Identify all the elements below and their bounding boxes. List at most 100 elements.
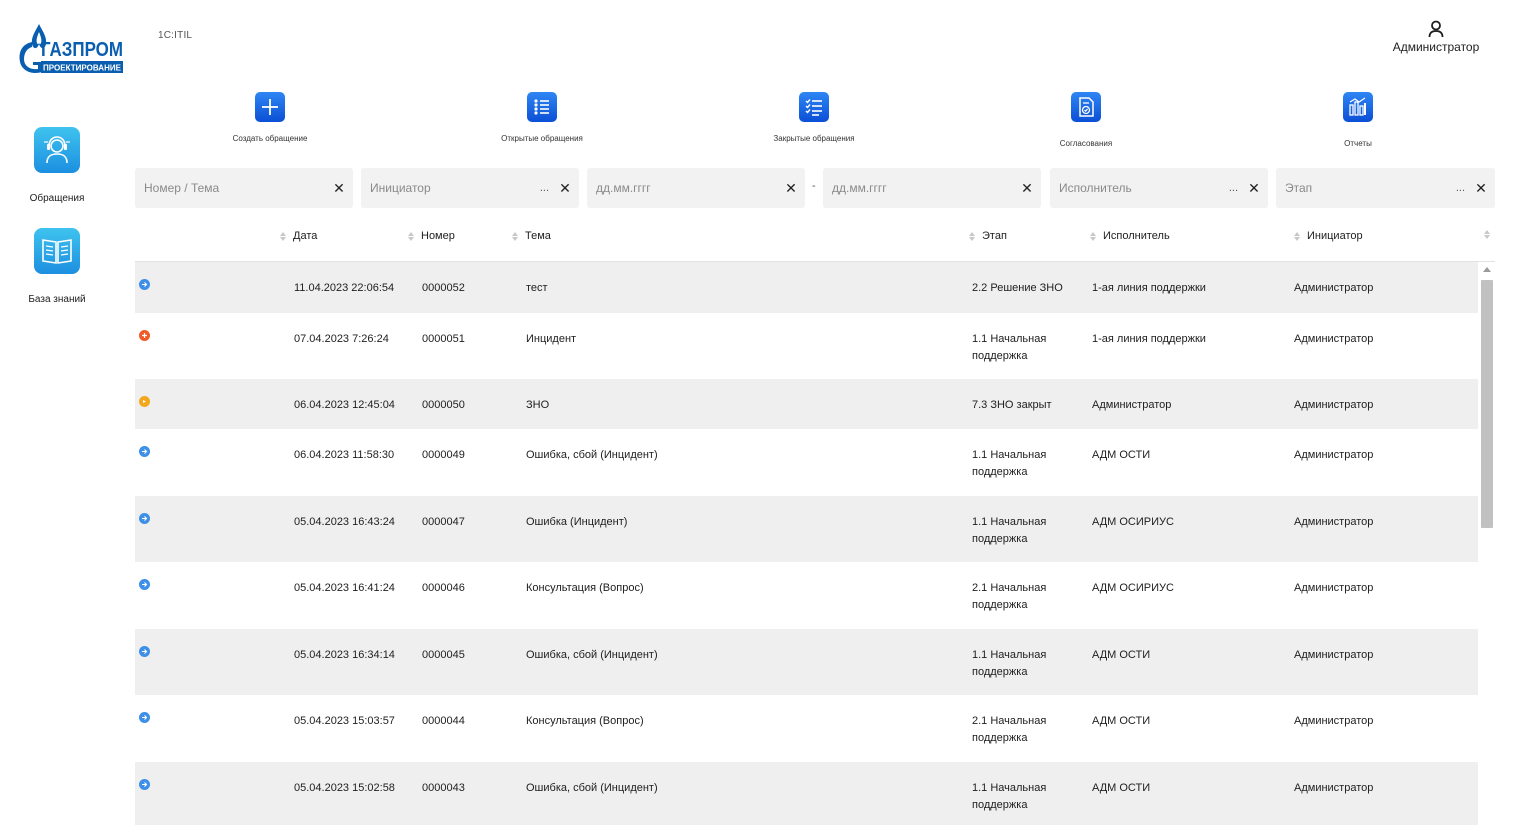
sidebar-item-knowledge-base[interactable]: База знаний	[10, 228, 104, 305]
date-to-filter[interactable]: дд.мм.гггг ✕	[823, 168, 1041, 208]
executor-input[interactable]: Исполнитель	[1059, 181, 1229, 195]
scroll-up-icon[interactable]	[1483, 267, 1491, 272]
stage-filter[interactable]: Этап ... ✕	[1276, 168, 1495, 208]
clear-icon[interactable]: ✕	[333, 181, 345, 195]
cell-initiator: Администратор	[1294, 582, 1374, 594]
checklist-icon	[799, 92, 829, 122]
cell-stage: 7.3 ЗНО закрыт	[972, 399, 1052, 411]
initiator-input[interactable]: Инициатор	[370, 181, 540, 195]
stage-input[interactable]: Этап	[1285, 181, 1456, 195]
list-icon	[527, 92, 557, 122]
action-label: Согласования	[1059, 139, 1113, 148]
sort-icon	[969, 231, 975, 241]
cell-number: 0000050	[422, 399, 465, 411]
date-from-input[interactable]: дд.мм.гггг	[596, 181, 785, 195]
table-row[interactable]: 05.04.2023 16:43:24 0000047 Ошибка (Инци…	[135, 496, 1478, 562]
cell-topic: Ошибка, сбой (Инцидент)	[526, 449, 658, 461]
user-menu[interactable]: Администратор	[1386, 20, 1486, 54]
status-arrow-icon	[139, 446, 150, 457]
cell-date: 05.04.2023 15:03:57	[294, 715, 395, 727]
action-label: Создать обращение	[232, 134, 308, 143]
column-header-number[interactable]: Номер	[408, 230, 455, 242]
table-row[interactable]: 05.04.2023 15:03:57 0000044 Консультация…	[135, 695, 1478, 762]
cell-topic: Консультация (Вопрос)	[526, 582, 644, 594]
date-to-input[interactable]: дд.мм.гггг	[832, 181, 1021, 195]
cell-stage: 1.1 Начальная поддержка	[972, 333, 1047, 362]
cell-initiator: Администратор	[1294, 282, 1374, 294]
executor-filter[interactable]: Исполнитель ... ✕	[1050, 168, 1268, 208]
cell-date: 06.04.2023 11:58:30	[294, 449, 395, 461]
status-arrow-icon	[139, 279, 150, 290]
cell-number: 0000046	[422, 582, 465, 594]
status-arrow-icon	[139, 513, 150, 524]
choose-stage-button[interactable]: ...	[1456, 182, 1465, 194]
cell-topic: тест	[526, 282, 548, 294]
cell-stage: 1.1 Начальная поддержка	[972, 649, 1047, 678]
sort-icon	[280, 231, 286, 241]
open-appeals-button[interactable]: Открытые обращения	[442, 90, 642, 143]
approvals-button[interactable]: Согласования	[986, 90, 1186, 148]
cell-date: 06.04.2023 12:45:04	[294, 399, 395, 411]
cell-stage: 1.1 Начальная поддержка	[972, 782, 1047, 811]
status-arrow-icon	[139, 646, 150, 657]
cell-initiator: Администратор	[1294, 649, 1374, 661]
company-logo[interactable]: ГАЗПРОМ ПРОЕКТИРОВАНИЕ	[18, 22, 124, 76]
clear-icon[interactable]: ✕	[1475, 181, 1487, 195]
sidebar-item-label: Обращения	[29, 193, 85, 204]
cell-executor: АДМ ОСТИ	[1092, 649, 1151, 661]
number-topic-filter[interactable]: Номер / Тема ✕	[135, 168, 353, 208]
table-row[interactable]: 05.04.2023 15:02:58 0000043 Ошибка, сбой…	[135, 762, 1478, 825]
column-header-date[interactable]: Дата	[280, 230, 317, 242]
cell-topic: Ошибка (Инцидент)	[526, 516, 628, 528]
clear-icon[interactable]: ✕	[559, 181, 571, 195]
open-book-icon	[34, 228, 80, 274]
status-arrow-icon	[139, 579, 150, 590]
cell-number: 0000047	[422, 516, 465, 528]
column-header-initiator[interactable]: Инициатор	[1294, 230, 1363, 242]
svg-text:ГАЗПРОМ: ГАЗПРОМ	[41, 39, 123, 61]
cell-stage: 2.1 Начальная поддержка	[972, 582, 1047, 611]
bar-chart-icon	[1343, 92, 1373, 122]
user-icon	[1428, 20, 1444, 38]
sidebar-item-appeals[interactable]: Обращения	[10, 127, 104, 204]
choose-executor-button[interactable]: ...	[1229, 182, 1238, 194]
initiator-filter[interactable]: Инициатор ... ✕	[361, 168, 579, 208]
scroll-thumb[interactable]	[1481, 280, 1493, 528]
clear-icon[interactable]: ✕	[1248, 181, 1260, 195]
cell-number: 0000049	[422, 449, 465, 461]
sort-icon	[1090, 231, 1096, 241]
column-header-extra[interactable]	[1484, 230, 1497, 239]
table-row[interactable]: 06.04.2023 11:58:30 0000049 Ошибка, сбой…	[135, 429, 1478, 496]
reports-button[interactable]: Отчеты	[1258, 90, 1458, 148]
action-label: Закрытые обращения	[773, 134, 855, 143]
table-row[interactable]: 07.04.2023 7:26:24 0000051 Инцидент 1.1 …	[135, 313, 1478, 379]
support-agent-icon	[34, 127, 80, 173]
clear-icon[interactable]: ✕	[785, 181, 797, 195]
table-row[interactable]: 06.04.2023 12:45:04 0000050 ЗНО 7.3 ЗНО …	[135, 379, 1478, 429]
table-scrollbar[interactable]	[1479, 262, 1495, 825]
table-row[interactable]: 05.04.2023 16:34:14 0000045 Ошибка, сбой…	[135, 629, 1478, 695]
sort-icon	[1294, 231, 1300, 241]
number-topic-input[interactable]: Номер / Тема	[144, 181, 333, 195]
sort-icon	[408, 231, 414, 241]
column-header-executor[interactable]: Исполнитель	[1090, 230, 1170, 242]
column-header-topic[interactable]: Тема	[512, 230, 551, 242]
cell-topic: Инцидент	[526, 333, 577, 345]
column-header-stage[interactable]: Этап	[969, 230, 1007, 242]
cell-executor: АДМ ОСТИ	[1092, 449, 1151, 461]
choose-initiator-button[interactable]: ...	[540, 182, 549, 194]
sort-icon	[1484, 230, 1490, 239]
table-row[interactable]: 05.04.2023 16:41:24 0000046 Консультация…	[135, 562, 1478, 629]
date-from-filter[interactable]: дд.мм.гггг ✕	[587, 168, 805, 208]
cell-initiator: Администратор	[1294, 449, 1374, 461]
cell-date: 05.04.2023 15:02:58	[294, 782, 395, 794]
table-header: Дата Номер Тема Этап Исполнитель Инициат…	[135, 222, 1495, 262]
create-appeal-button[interactable]: Создать обращение	[170, 90, 370, 143]
cell-executor: 1-ая линия поддержки	[1092, 282, 1206, 294]
cell-stage: 1.1 Начальная поддержка	[972, 516, 1047, 545]
closed-appeals-button[interactable]: Закрытые обращения	[714, 90, 914, 143]
clear-icon[interactable]: ✕	[1021, 181, 1033, 195]
table-row[interactable]: 11.04.2023 22:06:54 0000052 тест 2.2 Реш…	[135, 262, 1478, 313]
cell-stage: 2.1 Начальная поддержка	[972, 715, 1047, 744]
cell-executor: АДМ ОСИРИУС	[1092, 582, 1174, 594]
